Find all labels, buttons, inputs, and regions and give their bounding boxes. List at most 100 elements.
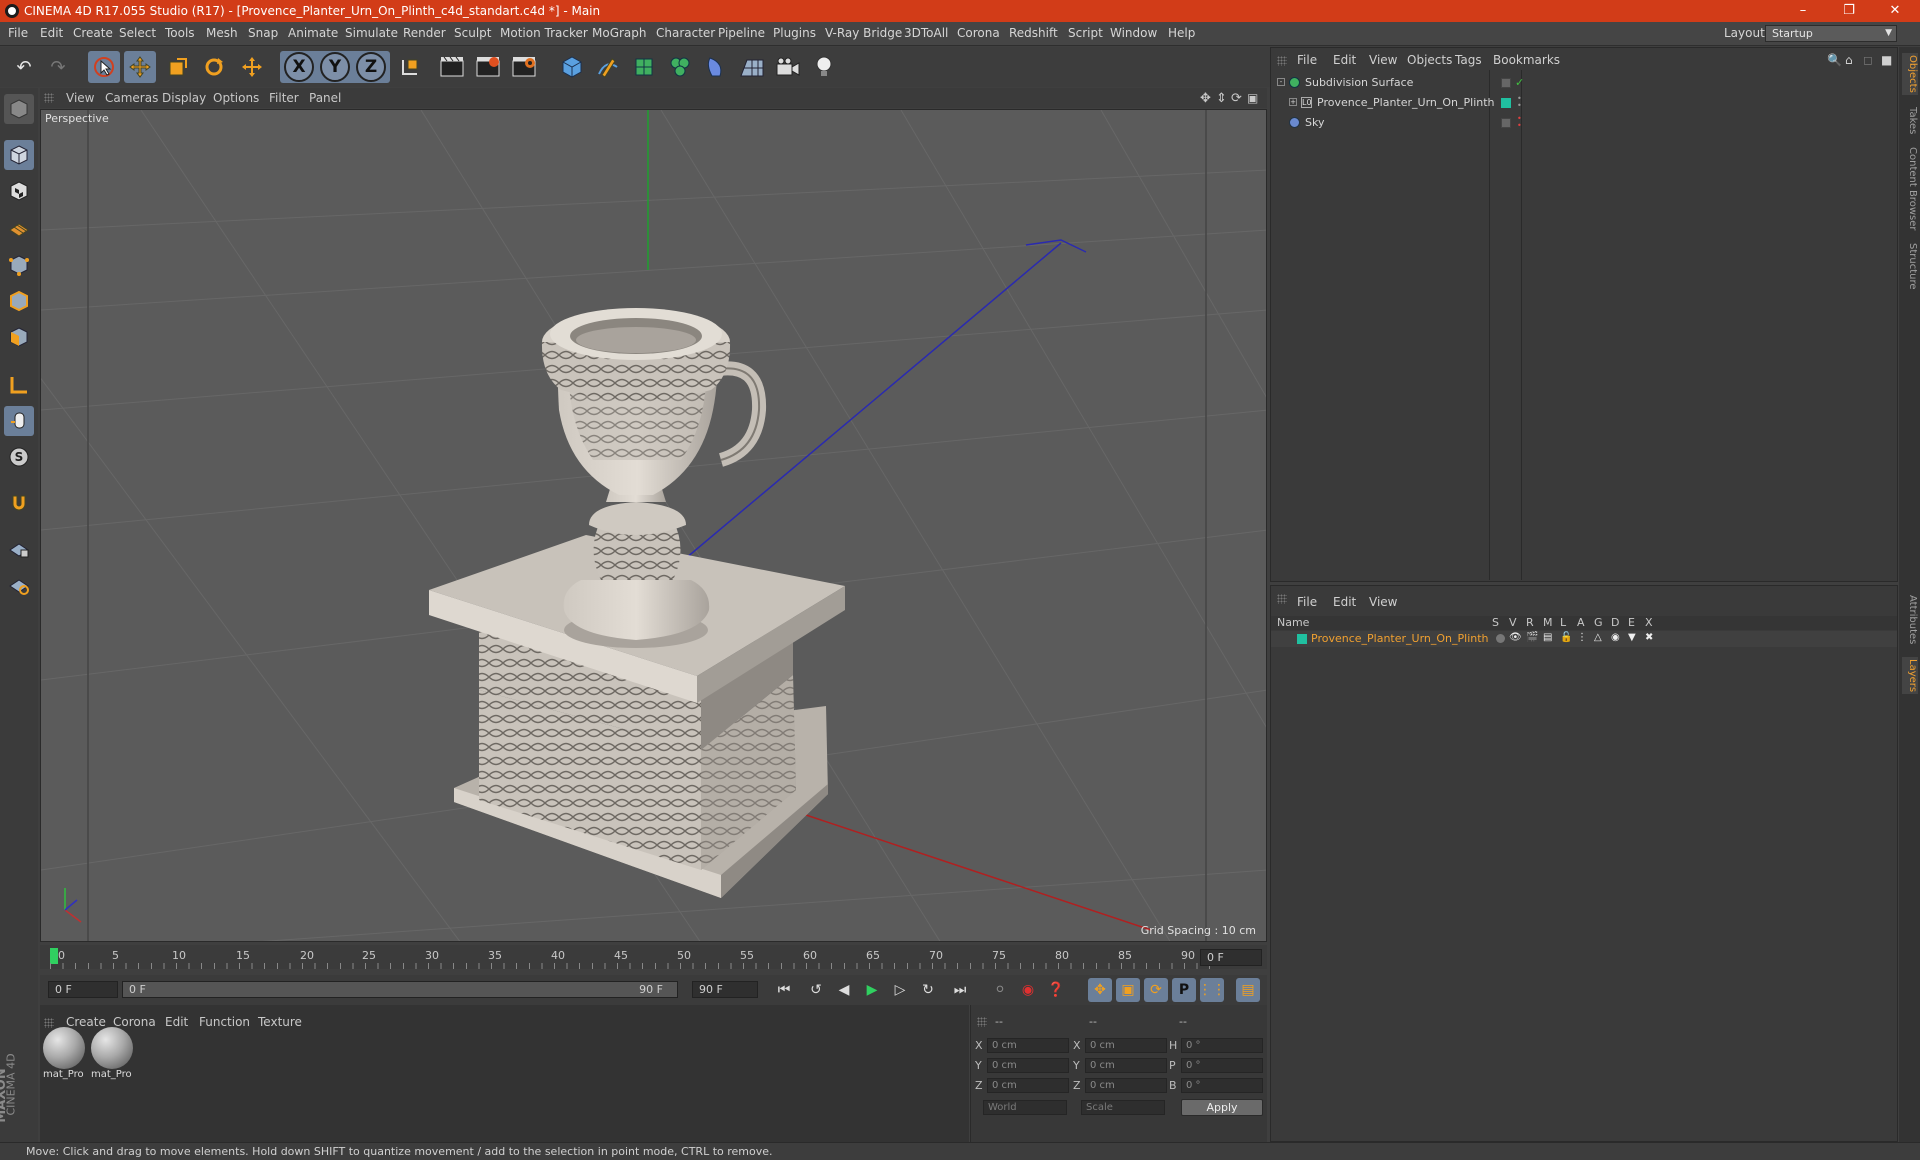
rot-h-field[interactable]: 0 ° xyxy=(1181,1038,1263,1053)
viewport-zoom-icon[interactable]: ⇕ xyxy=(1216,91,1227,106)
layer-menu-view[interactable]: View xyxy=(1369,595,1397,609)
undo-icon[interactable]: ↶ xyxy=(8,51,40,83)
points-mode-icon[interactable] xyxy=(4,250,34,280)
menu-snap[interactable]: Snap xyxy=(248,26,278,40)
pos-y-field[interactable]: 0 cm xyxy=(987,1058,1069,1073)
coordinate-space-select[interactable]: World xyxy=(983,1100,1067,1115)
search-icon[interactable]: 🔍 xyxy=(1827,53,1842,67)
panel-grip-icon[interactable] xyxy=(977,1017,987,1027)
tab-objects[interactable]: Objects xyxy=(1902,53,1918,95)
material-menu-edit[interactable]: Edit xyxy=(165,1015,188,1029)
cloner-icon[interactable] xyxy=(664,51,696,83)
generator-toggle-icon[interactable]: △ xyxy=(1594,632,1602,643)
record-active-objects-icon[interactable]: ◉ xyxy=(1016,978,1040,1002)
menu-select[interactable]: Select xyxy=(119,26,156,40)
y-axis-lock-button[interactable]: Y xyxy=(320,52,350,82)
record-pla-icon[interactable]: ⋮⋮ xyxy=(1198,978,1226,1002)
coordinate-mode-select[interactable]: Scale xyxy=(1081,1100,1165,1115)
layer-color-swatch[interactable] xyxy=(1501,98,1511,108)
layer-menu-edit[interactable]: Edit xyxy=(1333,595,1356,609)
object-row[interactable]: Sky • • xyxy=(1277,114,1889,132)
visibility-dots-icon[interactable]: • • xyxy=(1517,95,1522,110)
start-frame-field[interactable]: 0 F xyxy=(48,981,118,998)
edges-mode-icon[interactable] xyxy=(4,286,34,316)
menu-create[interactable]: Create xyxy=(73,26,113,40)
panel-menu-icon[interactable]: ■ xyxy=(1881,53,1892,67)
object-menu-bookmarks[interactable]: Bookmarks xyxy=(1493,53,1560,67)
tweak-mode-icon[interactable] xyxy=(4,406,34,436)
timeline-ruler[interactable]: 0 5 10 15 20 25 30 35 40 45 50 55 60 65 … xyxy=(40,945,1267,969)
render-view-icon[interactable] xyxy=(436,51,468,83)
previous-key-icon[interactable]: ↺ xyxy=(804,978,828,1002)
menu-pipeline[interactable]: Pipeline xyxy=(718,26,765,40)
menu-help[interactable]: Help xyxy=(1168,26,1195,40)
tab-layers[interactable]: Layers xyxy=(1902,657,1918,695)
menu-motion-tracker[interactable]: Motion Tracker xyxy=(500,26,588,40)
deformer-toggle-icon[interactable]: ◉ xyxy=(1611,632,1620,643)
viewport-menu-cameras[interactable]: Cameras xyxy=(105,91,158,105)
viewport-menu-options[interactable]: Options xyxy=(213,91,259,105)
layout-select[interactable]: Startup ▼ xyxy=(1765,25,1897,42)
z-axis-lock-button[interactable]: Z xyxy=(356,52,386,82)
go-to-end-icon[interactable]: ⏭ xyxy=(948,978,972,1002)
size-z-field[interactable]: 0 cm xyxy=(1085,1078,1167,1093)
menu-render[interactable]: Render xyxy=(403,26,446,40)
pos-z-field[interactable]: 0 cm xyxy=(987,1078,1069,1093)
menu-redshift[interactable]: Redshift xyxy=(1009,26,1058,40)
menu-simulate[interactable]: Simulate xyxy=(345,26,398,40)
tab-takes[interactable]: Takes xyxy=(1902,107,1918,134)
expand-icon[interactable]: + xyxy=(1289,98,1297,106)
viewport-menu-view[interactable]: View xyxy=(66,91,94,105)
make-editable-icon[interactable] xyxy=(4,94,34,124)
polygons-mode-icon[interactable] xyxy=(4,322,34,352)
next-frame-icon[interactable]: ▷ xyxy=(888,978,912,1002)
record-rotation-icon[interactable]: ⟳ xyxy=(1144,978,1168,1002)
object-menu-tags[interactable]: Tags xyxy=(1455,53,1482,67)
keyframe-selection-icon[interactable]: ⚪ xyxy=(988,978,1012,1002)
viewport-menu-panel[interactable]: Panel xyxy=(309,91,341,105)
render-settings-icon[interactable] xyxy=(508,51,540,83)
object-menu-view[interactable]: View xyxy=(1369,53,1397,67)
current-frame-field[interactable]: 0 F xyxy=(1200,949,1262,966)
viewport-rotate-icon[interactable]: ⟳ xyxy=(1231,91,1242,106)
menu-character[interactable]: Character xyxy=(656,26,715,40)
material-swatch[interactable]: mat_Pro xyxy=(89,1025,134,1087)
lock-toggle-icon[interactable]: 🔓 xyxy=(1560,632,1572,643)
scale-tool-icon[interactable] xyxy=(162,51,194,83)
material-swatch[interactable]: mat_Pro xyxy=(41,1025,86,1087)
manager-toggle-icon[interactable]: ▤ xyxy=(1543,632,1552,643)
apply-button[interactable]: Apply xyxy=(1181,1099,1263,1116)
floor-icon[interactable] xyxy=(736,51,768,83)
enabled-check-icon[interactable]: ✓ xyxy=(1515,74,1524,92)
subdivision-surface-icon[interactable] xyxy=(628,51,660,83)
solo-toggle-icon[interactable] xyxy=(1496,634,1505,643)
move-tool-icon[interactable] xyxy=(124,51,156,83)
panel-grip-icon[interactable] xyxy=(1277,594,1287,604)
menu-sculpt[interactable]: Sculpt xyxy=(454,26,491,40)
panel-grip-icon[interactable] xyxy=(44,93,54,103)
editor-visibility-toggle[interactable] xyxy=(1501,118,1511,128)
home-icon[interactable]: ⌂ xyxy=(1845,53,1853,67)
frame-range-slider[interactable]: 0 F 90 F xyxy=(122,981,678,998)
size-y-field[interactable]: 0 cm xyxy=(1085,1058,1167,1073)
lock-workplane-icon[interactable] xyxy=(4,534,34,564)
snap-magnet-icon[interactable] xyxy=(4,488,34,518)
model-mode-icon[interactable] xyxy=(4,140,34,170)
tab-structure[interactable]: Structure xyxy=(1902,243,1918,290)
record-scale-icon[interactable]: ▣ xyxy=(1116,978,1140,1002)
viewport-maximize-icon[interactable]: ▣ xyxy=(1247,91,1258,105)
menu-window[interactable]: Window xyxy=(1110,26,1157,40)
panel-grip-icon[interactable] xyxy=(1277,56,1287,66)
animation-toggle-icon[interactable]: ⋮ xyxy=(1577,632,1587,643)
play-icon[interactable]: ▶ xyxy=(860,978,884,1002)
material-menu-texture[interactable]: Texture xyxy=(258,1015,302,1029)
visibility-dots-icon[interactable]: • • xyxy=(1517,115,1522,130)
pos-x-field[interactable]: 0 cm xyxy=(987,1038,1069,1053)
coordinate-system-icon[interactable] xyxy=(394,51,426,83)
layer-name[interactable]: Provence_Planter_Urn_On_Plinth xyxy=(1311,632,1489,645)
object-menu-edit[interactable]: Edit xyxy=(1333,53,1356,67)
viewport-move-icon[interactable]: ✥ xyxy=(1200,91,1211,106)
viewport-menu-display[interactable]: Display xyxy=(162,91,206,105)
perspective-viewport[interactable]: Perspective Grid Spacing : 10 cm xyxy=(40,109,1267,942)
transform-tool-icon[interactable] xyxy=(236,51,268,83)
